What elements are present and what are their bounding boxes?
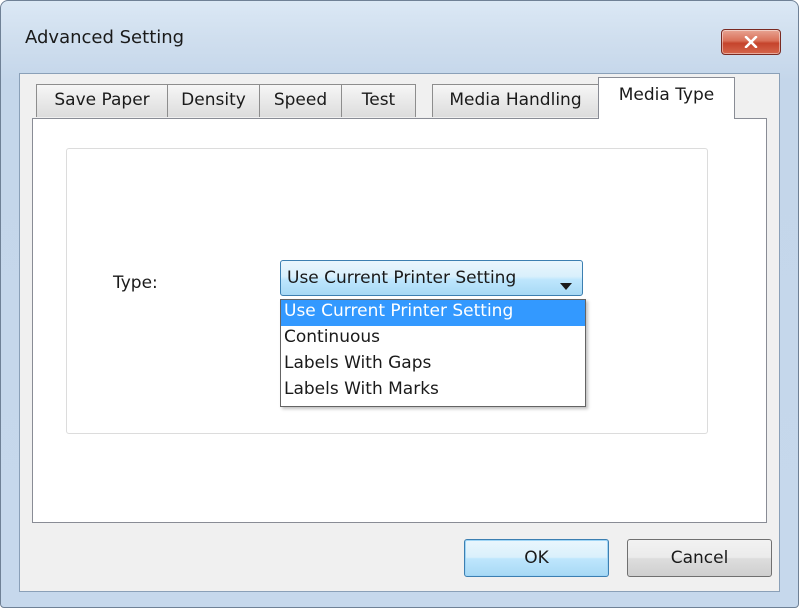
advanced-setting-window: Advanced Setting Save Paper Density Spee…	[0, 0, 799, 608]
tab-media-type[interactable]: Media Type	[598, 77, 735, 119]
type-dropdown-list: Use Current Printer Setting Continuous L…	[280, 299, 586, 407]
tab-media-handling[interactable]: Media Handling	[432, 84, 599, 117]
close-button[interactable]	[721, 29, 781, 55]
close-icon	[744, 36, 758, 48]
window-title: Advanced Setting	[25, 27, 185, 48]
type-combobox-value: Use Current Printer Setting	[287, 268, 517, 288]
ok-button[interactable]: OK	[464, 539, 609, 577]
cancel-button[interactable]: Cancel	[627, 539, 772, 577]
tab-density[interactable]: Density	[167, 84, 260, 117]
dropdown-option-continuous[interactable]: Continuous	[281, 326, 585, 352]
dropdown-option-labels-with-marks[interactable]: Labels With Marks	[281, 378, 585, 404]
tab-save-paper[interactable]: Save Paper	[36, 84, 168, 117]
dialog-client-area: Save Paper Density Speed Test Media Hand…	[19, 73, 780, 592]
dropdown-option-use-current-printer-setting[interactable]: Use Current Printer Setting	[281, 300, 585, 326]
tab-test[interactable]: Test	[341, 84, 416, 117]
chevron-down-icon[interactable]	[560, 275, 572, 295]
type-combobox[interactable]: Use Current Printer Setting	[280, 260, 583, 296]
dropdown-option-labels-with-gaps[interactable]: Labels With Gaps	[281, 352, 585, 378]
tab-speed[interactable]: Speed	[259, 84, 342, 117]
media-type-group-box: Type: Use Current Printer Setting Use Cu…	[66, 148, 708, 434]
media-type-panel: Type: Use Current Printer Setting Use Cu…	[32, 118, 767, 523]
type-label: Type:	[113, 273, 158, 293]
title-bar[interactable]: Advanced Setting	[1, 1, 798, 73]
